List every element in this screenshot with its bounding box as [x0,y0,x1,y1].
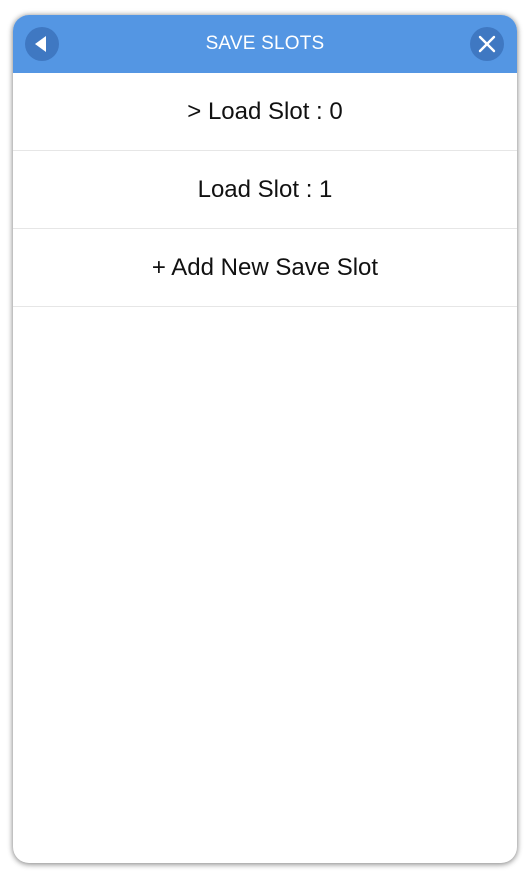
load-slot-1-item[interactable]: Load Slot : 1 [13,151,517,229]
dialog-title: SAVE SLOTS [205,33,325,54]
close-x-icon [478,35,496,53]
back-button[interactable] [25,27,59,61]
save-slots-dialog: SAVE SLOTS > Load Slot : 0 Load Slot : 1… [13,15,517,863]
close-button[interactable] [470,27,504,61]
dialog-header: SAVE SLOTS [13,15,517,73]
back-triangle-icon [35,36,46,52]
save-slot-list: > Load Slot : 0 Load Slot : 1 + Add New … [13,73,517,307]
add-new-save-slot-item[interactable]: + Add New Save Slot [13,229,517,307]
load-slot-0-item[interactable]: > Load Slot : 0 [13,73,517,151]
